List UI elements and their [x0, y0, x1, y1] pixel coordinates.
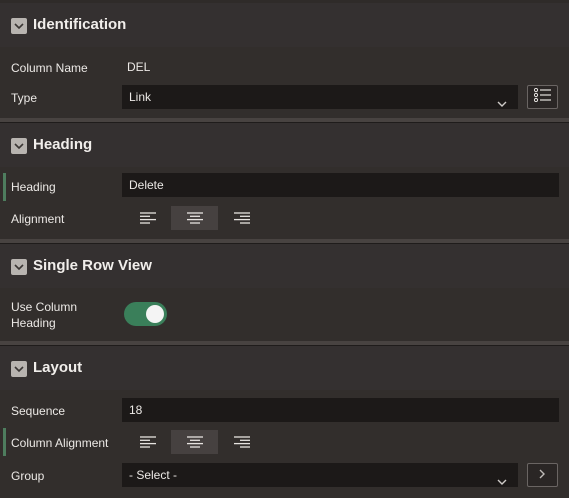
chevron-right-icon	[539, 466, 546, 484]
sequence-input[interactable]: 18	[122, 398, 559, 422]
section-header-single-row-view[interactable]: Single Row View	[0, 244, 569, 288]
section-single-row-view: Single Row View Use Column Heading	[0, 243, 569, 342]
required-indicator	[3, 173, 6, 201]
use-column-heading-label-line1: Use Column	[11, 300, 78, 314]
heading-input-value: Delete	[129, 178, 164, 192]
section-header-heading[interactable]: Heading	[0, 123, 569, 167]
section-header-identification[interactable]: Identification	[0, 3, 569, 47]
align-right-button[interactable]	[218, 206, 265, 230]
sequence-input-value: 18	[129, 403, 143, 417]
list-values-button[interactable]	[527, 85, 558, 109]
section-title: Identification	[33, 16, 127, 33]
align-center-button[interactable]	[171, 430, 218, 454]
section-title: Layout	[33, 359, 83, 376]
column-name-label: Column Name	[11, 61, 88, 75]
align-right-icon	[233, 212, 250, 224]
align-center-icon	[186, 436, 203, 448]
section-layout: Layout Sequence 18 Column Alignment Grou…	[0, 345, 569, 498]
sequence-label: Sequence	[11, 404, 66, 418]
column-name-value: DEL	[127, 60, 151, 74]
section-identification: Identification Column Name DEL Type Link	[0, 3, 569, 118]
column-alignment-label: Column Alignment	[11, 436, 109, 450]
chevron-down-icon[interactable]	[11, 138, 27, 154]
align-right-button[interactable]	[218, 430, 265, 454]
use-column-heading-toggle[interactable]	[124, 302, 167, 326]
list-icon	[533, 87, 552, 107]
heading-label: Heading	[11, 180, 56, 194]
group-go-button[interactable]	[527, 463, 558, 487]
type-label: Type	[11, 91, 38, 105]
align-center-button[interactable]	[171, 206, 218, 230]
chevron-down-icon	[497, 471, 507, 493]
align-left-button[interactable]	[124, 206, 171, 230]
align-left-icon	[139, 212, 156, 224]
section-title: Heading	[33, 136, 93, 153]
align-center-icon	[186, 212, 203, 224]
group-select-value: - Select -	[129, 468, 178, 482]
property-editor: Identification Column Name DEL Type Link	[0, 0, 569, 498]
chevron-down-icon[interactable]	[11, 259, 27, 275]
column-alignment-radio-group	[124, 430, 265, 454]
alignment-label: Alignment	[11, 212, 65, 226]
alignment-radio-group	[124, 206, 265, 230]
align-left-icon	[139, 436, 156, 448]
chevron-down-icon[interactable]	[11, 18, 27, 34]
use-column-heading-label-line2: Heading	[11, 316, 56, 330]
type-select[interactable]: Link	[122, 85, 518, 109]
required-indicator	[3, 428, 6, 456]
group-label: Group	[11, 469, 45, 483]
chevron-down-icon	[497, 93, 507, 115]
type-select-value: Link	[129, 90, 152, 104]
align-right-icon	[233, 436, 250, 448]
align-left-button[interactable]	[124, 430, 171, 454]
section-header-layout[interactable]: Layout	[0, 346, 569, 390]
section-title: Single Row View	[33, 257, 152, 274]
chevron-down-icon[interactable]	[11, 361, 27, 377]
heading-input[interactable]: Delete	[122, 173, 559, 197]
group-select[interactable]: - Select -	[122, 463, 518, 487]
toggle-knob	[146, 305, 164, 323]
section-heading: Heading Heading Delete Alignment	[0, 122, 569, 240]
